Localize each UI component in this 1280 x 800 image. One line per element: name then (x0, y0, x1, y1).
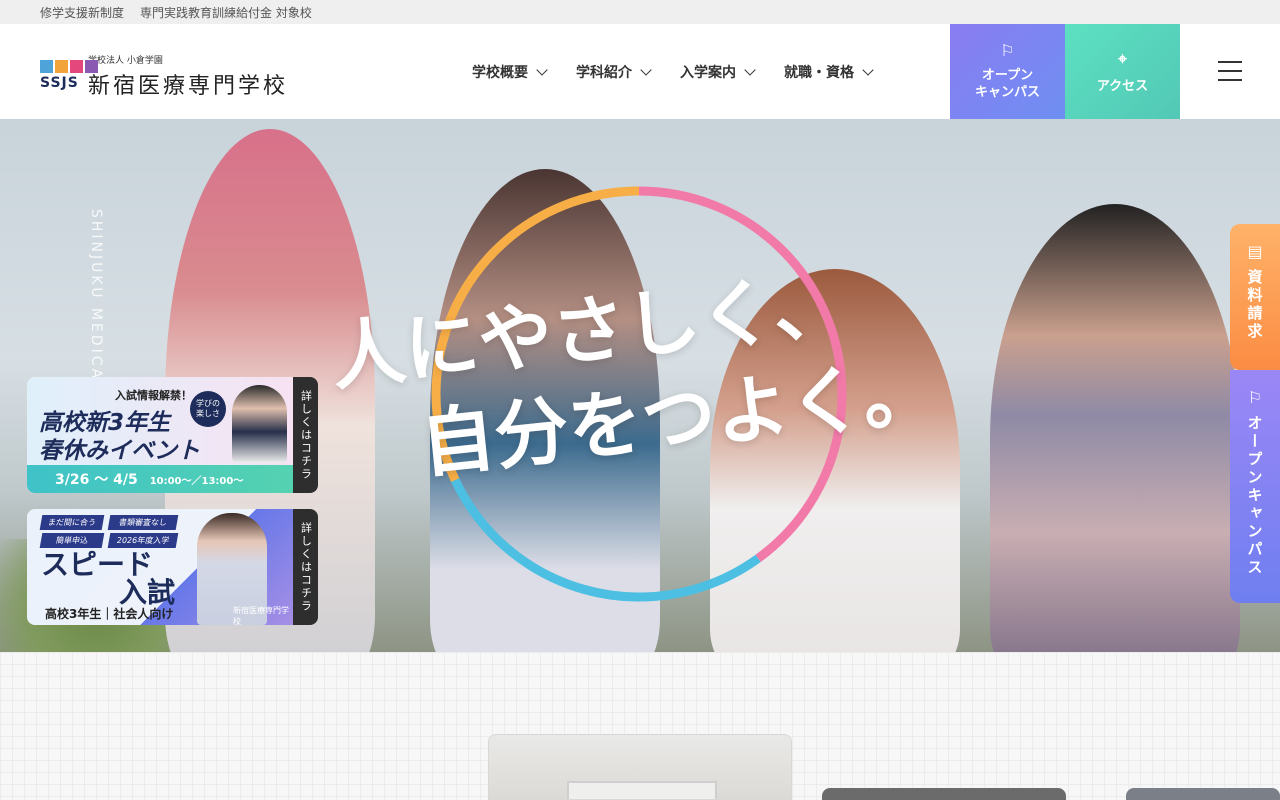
banner-details-link[interactable]: 詳しくはコチラ (293, 377, 318, 493)
document-icon: ▤ (1247, 242, 1263, 261)
logo-subtitle: 学校法人 小倉学園 (88, 56, 163, 66)
banner-date-strip: 3/26 〜 4/5 10:00〜／13:00〜 (27, 465, 293, 493)
nav-label: 入学案内 (680, 65, 736, 81)
open-campus-tab[interactable]: ⚐ オープンキャンパス (1230, 370, 1280, 603)
logo-letters: SSJS (40, 74, 79, 91)
nav-label: 就職・資格 (784, 65, 854, 81)
ceiling-fixture (567, 781, 717, 799)
access-label: アクセス (1096, 79, 1149, 94)
logo-school-name: 新宿医療専門学校 (88, 74, 289, 99)
flag-icon: ⚐ (1000, 41, 1015, 61)
main-nav: 学校概要 学科紹介 入学案内 就職・資格 (472, 62, 874, 82)
site-logo[interactable]: SSJS 学校法人 小倉学園 新宿医療専門学校 (40, 53, 288, 100)
banner-pill: 書類審査なし (107, 515, 179, 530)
open-campus-label: オープン キャンパス (974, 68, 1040, 100)
hero-vertical-tag: SHINJUKU MEDICAL (88, 209, 104, 392)
speed-exam-banner[interactable]: まだ間に合う 書類審査なし 簡単申込 2026年度入学 スピード 入試 高校3年… (27, 509, 318, 625)
banner-title-2: 春休みイベント (39, 438, 200, 464)
document-request-label: 資料請求 (1245, 269, 1264, 341)
top-info-bar: 修学支援新制度 専門実践教育訓練給付金 対象校 (0, 0, 1280, 24)
banner-pill: まだ間に合う (39, 515, 105, 530)
chevron-down-icon (640, 64, 652, 76)
feature-card-image[interactable] (488, 734, 792, 800)
banner-school-name: 新宿医療専門学校 (233, 606, 289, 625)
map-pin-icon: ⌖ (1117, 49, 1127, 68)
feature-card-image[interactable] (822, 788, 1066, 800)
spring-event-banner[interactable]: 入試情報解禁！ 高校新3年生 春休みイベント 学びの 楽しさ 3/26 〜 4/… (27, 377, 318, 493)
topbar-item-support[interactable]: 修学支援新制度 (40, 4, 124, 21)
banner-footer-text: 高校3年生｜社会人向け (45, 607, 174, 621)
access-button[interactable]: ⌖ アクセス (1065, 24, 1180, 119)
banner-badge: 学びの 楽しさ (190, 391, 226, 427)
topbar-item-training[interactable]: 専門実践教育訓練給付金 対象校 (140, 4, 312, 21)
flag-icon: ⚐ (1247, 388, 1263, 407)
nav-item-departments[interactable]: 学科紹介 (576, 62, 652, 82)
nav-item-about[interactable]: 学校概要 (472, 62, 548, 82)
document-request-tab[interactable]: ▤ 資料請求 (1230, 224, 1280, 370)
nav-item-admission[interactable]: 入学案内 (680, 62, 756, 82)
open-campus-tab-label: オープンキャンパス (1245, 415, 1264, 577)
feature-card-image[interactable] (1126, 788, 1280, 800)
banner-details-link[interactable]: 詳しくはコチラ (293, 509, 318, 625)
chevron-down-icon (536, 64, 548, 76)
nav-label: 学校概要 (472, 65, 528, 81)
chevron-down-icon (862, 64, 874, 76)
banner-time: 10:00〜／13:00〜 (149, 475, 244, 487)
banner-tag: 入試情報解禁！ (115, 389, 192, 402)
logo-mark-icon (40, 59, 98, 73)
banner-photo-person (232, 385, 287, 463)
chevron-down-icon (744, 64, 756, 76)
banner-date: 3/26 〜 4/5 (55, 472, 138, 488)
open-campus-button[interactable]: ⚐ オープン キャンパス (950, 24, 1065, 119)
menu-icon[interactable] (1218, 61, 1242, 81)
nav-item-career[interactable]: 就職・資格 (784, 62, 874, 82)
hero-photo-person (990, 204, 1240, 652)
nav-label: 学科紹介 (576, 65, 632, 81)
